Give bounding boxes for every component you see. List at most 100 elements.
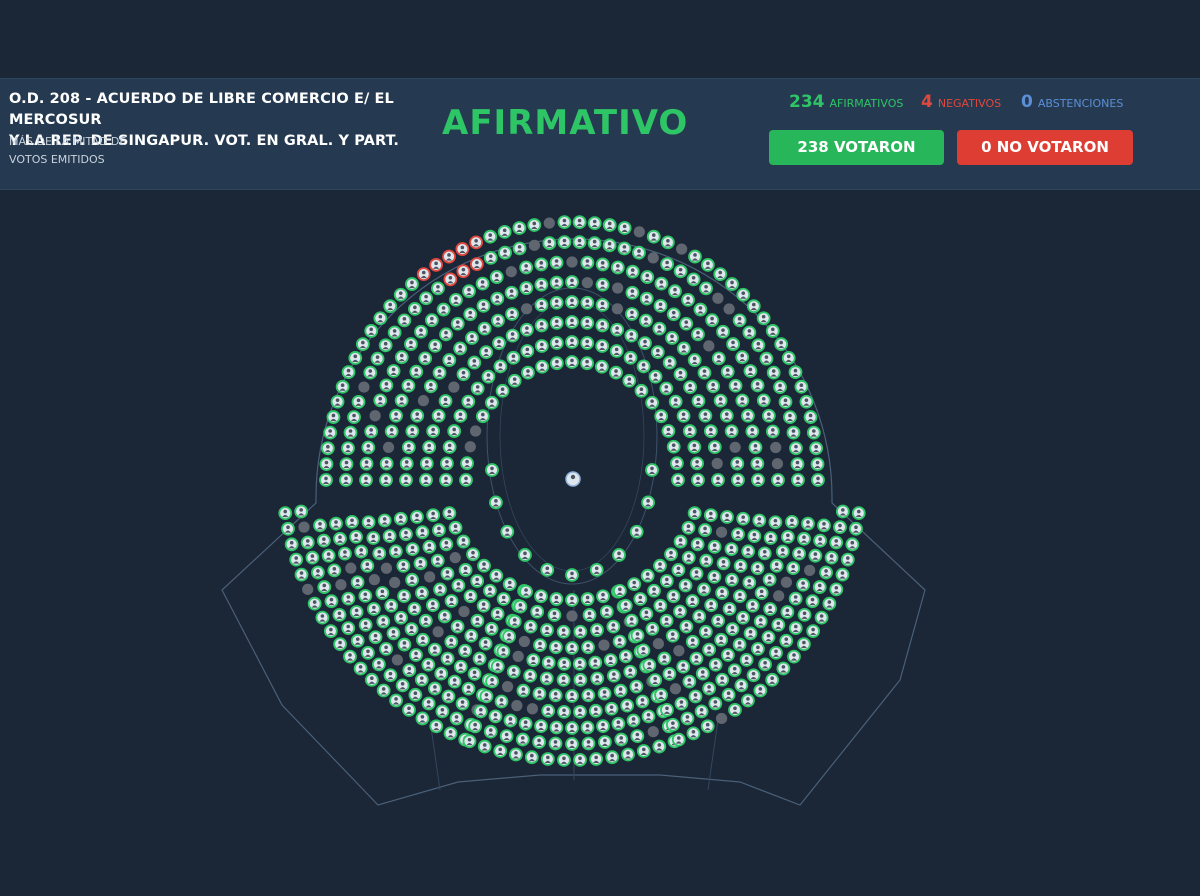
- seat-affirmative: [429, 719, 444, 734]
- majority-requirement: MÁS DE LA MITAD DE VOTOS EMITIDOS: [9, 133, 149, 169]
- seat-affirmative: [565, 355, 579, 369]
- seat-affirmative: [741, 408, 755, 423]
- seat-affirmative: [476, 298, 491, 313]
- seat-affirmative: [695, 666, 710, 681]
- seat-affirmative: [674, 696, 689, 711]
- seat-negative: [469, 257, 484, 272]
- seat-affirmative: [515, 732, 530, 747]
- seat-affirmative: [660, 702, 674, 717]
- seat-affirmative: [735, 393, 750, 408]
- seat-affirmative: [500, 524, 515, 539]
- seat-affirmative: [364, 424, 379, 439]
- not-voted-button[interactable]: 0 NO VOTARON: [957, 130, 1133, 165]
- seat-affirmative: [587, 216, 602, 231]
- seat-affirmative: [686, 272, 701, 287]
- seat-affirmative: [509, 747, 523, 762]
- seat-affirmative: [604, 701, 619, 716]
- seat-affirmative: [581, 688, 596, 703]
- seat-affirmative: [386, 364, 401, 378]
- seat-affirmative: [499, 729, 514, 743]
- seat-affirmative: [351, 395, 366, 409]
- seat-affirmative: [431, 281, 445, 296]
- majority-line-1: MÁS DE LA MITAD DE: [9, 135, 127, 148]
- seat-affirmative: [632, 245, 646, 260]
- seat-affirmative: [488, 709, 503, 724]
- seat-affirmative: [659, 381, 674, 396]
- seat-affirmative: [523, 619, 538, 634]
- seat-affirmative: [431, 408, 446, 423]
- seat-affirmative: [673, 367, 688, 382]
- seat-affirmative: [278, 506, 293, 521]
- seat-affirmative: [742, 575, 757, 590]
- seat-affirmative: [502, 577, 517, 592]
- seat-affirmative: [404, 622, 419, 637]
- seat-affirmative: [724, 542, 739, 557]
- seat-affirmative: [665, 331, 679, 345]
- seat-empty: [511, 700, 523, 712]
- abstention-count: 0: [1021, 92, 1033, 112]
- seat-affirmative: [751, 641, 765, 656]
- seat-affirmative: [377, 513, 392, 528]
- seat-affirmative: [472, 651, 487, 666]
- seat-affirmative: [580, 315, 595, 330]
- seat-affirmative: [404, 337, 418, 351]
- seat-affirmative: [791, 473, 805, 487]
- seat-affirmative: [728, 702, 742, 717]
- seat-affirmative: [389, 693, 403, 708]
- chamber-seating-chart: [221, 215, 926, 806]
- seat-affirmative: [414, 324, 428, 339]
- seat-affirmative: [688, 689, 703, 704]
- seat-affirmative: [565, 689, 579, 703]
- seat-affirmative: [642, 658, 657, 673]
- seat-affirmative: [736, 511, 751, 526]
- seat-affirmative: [437, 609, 452, 624]
- seat-affirmative: [824, 550, 839, 565]
- seat-affirmative: [294, 504, 309, 519]
- seat-affirmative: [405, 424, 420, 439]
- seat-affirmative: [519, 584, 533, 599]
- seat-affirmative: [481, 369, 496, 384]
- seat-empty: [512, 650, 524, 662]
- seat-affirmative: [581, 640, 595, 655]
- seat-affirmative: [573, 624, 588, 639]
- seat-affirmative: [814, 610, 829, 625]
- seat-affirmative: [596, 589, 610, 604]
- seat-affirmative: [612, 634, 627, 649]
- seat-affirmative: [629, 679, 644, 694]
- seat-affirmative: [422, 440, 437, 455]
- seat-affirmative: [761, 630, 776, 645]
- seat-affirmative: [440, 566, 455, 581]
- seat-affirmative: [716, 324, 730, 339]
- seat-affirmative: [780, 605, 795, 619]
- seat-affirmative: [748, 440, 763, 455]
- seat-empty: [469, 425, 482, 437]
- seat-affirmative: [691, 327, 705, 342]
- negative-count: 4: [921, 92, 933, 112]
- seat-affirmative: [610, 322, 625, 337]
- seat-affirmative: [765, 324, 780, 338]
- seat-affirmative: [676, 341, 691, 356]
- seat-affirmative: [580, 255, 595, 270]
- seat-affirmative: [361, 515, 376, 530]
- seat-affirmative: [698, 624, 713, 639]
- seat-affirmative: [602, 218, 617, 232]
- seat-affirmative: [673, 264, 688, 279]
- seat-affirmative: [622, 373, 637, 388]
- seat-affirmative: [316, 533, 331, 548]
- seat-affirmative: [470, 381, 485, 396]
- seat-affirmative: [389, 408, 403, 423]
- seat-affirmative: [819, 565, 833, 580]
- voted-button[interactable]: 238 VOTARON: [769, 130, 944, 165]
- seat-affirmative: [621, 747, 635, 762]
- seat-affirmative: [680, 711, 695, 726]
- seat-affirmative: [851, 506, 866, 521]
- seat-negative: [443, 272, 458, 287]
- seat-affirmative: [788, 591, 803, 606]
- seat-affirmative: [358, 588, 373, 603]
- seat-affirmative: [370, 351, 385, 366]
- negative-label: NEGATIVOS: [937, 97, 1002, 110]
- seat-affirmative: [507, 373, 522, 388]
- seat-affirmative: [534, 277, 549, 292]
- seat-affirmative: [503, 713, 518, 728]
- seat-affirmative: [721, 687, 736, 702]
